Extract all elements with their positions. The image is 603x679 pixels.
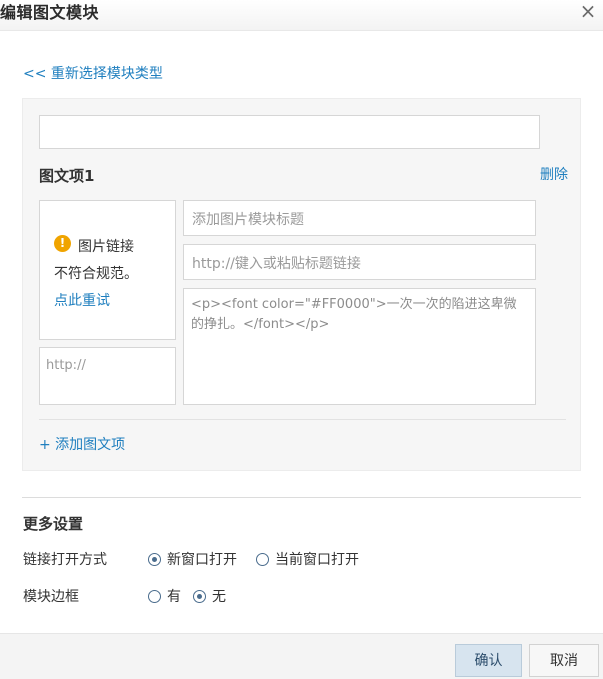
more-settings-title: 更多设置 (23, 515, 84, 533)
dialog-footer: 确认 取消 (0, 633, 603, 679)
content-textarea[interactable]: <p><font color="#FF0000">一次一次的陷进这卑微的挣扎。<… (183, 288, 536, 405)
radio-selected-icon (148, 552, 161, 566)
retry-link[interactable]: 点此重试 (54, 290, 110, 310)
section-divider (22, 497, 581, 498)
link-open-radio-group: 新窗口打开 当前窗口打开 (148, 549, 378, 569)
radio-selected-icon (193, 589, 206, 603)
option-new-window-label: 新窗口打开 (167, 552, 237, 568)
option-current-window-label: 当前窗口打开 (275, 552, 359, 568)
image-url-input[interactable]: http:// (39, 347, 176, 405)
reselect-module-type-link[interactable]: << 重新选择模块类型 (23, 63, 163, 83)
confirm-button[interactable]: 确认 (455, 644, 522, 677)
radio-border-no[interactable]: 无 (193, 586, 226, 606)
border-radio-group: 有 无 (148, 586, 245, 606)
option-border-no-label: 无 (212, 589, 226, 605)
link-open-label: 链接打开方式 (23, 552, 107, 568)
option-border-yes-label: 有 (167, 589, 181, 605)
dialog-titlebar: 编辑图文模块 × (0, 0, 603, 31)
radio-border-yes[interactable]: 有 (148, 586, 181, 606)
dialog-title: 编辑图文模块 (0, 3, 100, 22)
image-title-input[interactable]: 添加图片模块标题 (183, 200, 536, 236)
add-item-link[interactable]: + 添加图文项 (39, 434, 125, 454)
cancel-button[interactable]: 取消 (529, 644, 599, 677)
warning-icon: ! (54, 235, 71, 252)
item-label: 图文项1 (39, 167, 95, 185)
edit-module-dialog: 编辑图文模块 × << 重新选择模块类型 图文项1 删除 ! 图片链接 不符合规… (0, 0, 603, 679)
title-link-input[interactable]: http://键入或粘贴标题链接 (183, 244, 536, 280)
image-error-line2: 不符合规范。 (54, 266, 138, 282)
radio-unselected-icon (256, 552, 269, 566)
image-error-line1: 图片链接 (78, 239, 134, 255)
radio-new-window[interactable]: 新窗口打开 (148, 549, 237, 569)
radio-unselected-icon (148, 589, 161, 603)
image-upload-box[interactable]: ! 图片链接 不符合规范。 点此重试 (39, 200, 176, 340)
module-title-input[interactable] (39, 115, 540, 149)
close-icon[interactable]: × (577, 0, 599, 24)
border-label: 模块边框 (23, 589, 79, 605)
image-text-panel: 图文项1 删除 ! 图片链接 不符合规范。 点此重试 http:// 添加图片模… (22, 98, 581, 471)
radio-current-window[interactable]: 当前窗口打开 (256, 549, 359, 569)
divider (39, 419, 566, 420)
delete-item-link[interactable]: 删除 (540, 164, 568, 184)
